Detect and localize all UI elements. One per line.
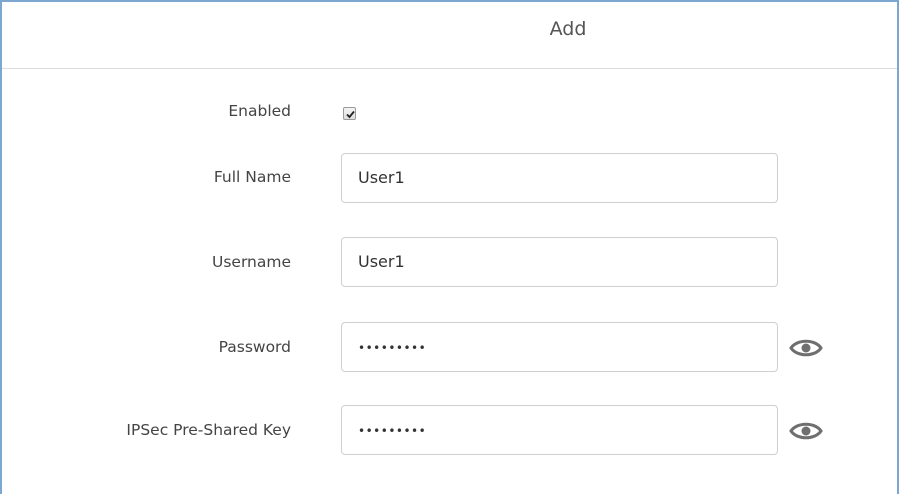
- ipsec-psk-input[interactable]: •••••••••: [341, 405, 778, 455]
- enabled-checkbox[interactable]: [343, 107, 356, 120]
- username-label: Username: [211, 253, 291, 271]
- full-name-input[interactable]: User1: [341, 153, 778, 203]
- ipsec-psk-visibility-eye-icon[interactable]: [789, 420, 823, 442]
- enabled-label: Enabled: [228, 102, 291, 120]
- password-input[interactable]: •••••••••: [341, 322, 778, 372]
- ipsec-psk-masked-value: •••••••••: [358, 424, 427, 438]
- username-input[interactable]: User1: [341, 237, 778, 287]
- password-label: Password: [218, 338, 291, 356]
- password-visibility-eye-icon[interactable]: [789, 337, 823, 359]
- full-name-label: Full Name: [213, 168, 291, 186]
- ipsec-psk-label: IPSec Pre-Shared Key: [126, 421, 291, 439]
- password-masked-value: •••••••••: [358, 341, 427, 355]
- checkmark-icon: [346, 110, 355, 119]
- add-dialog: Add Enabled Full Name User1 Username Use…: [0, 0, 899, 494]
- dialog-title: Add: [549, 18, 587, 40]
- dialog-header: Add: [2, 2, 897, 69]
